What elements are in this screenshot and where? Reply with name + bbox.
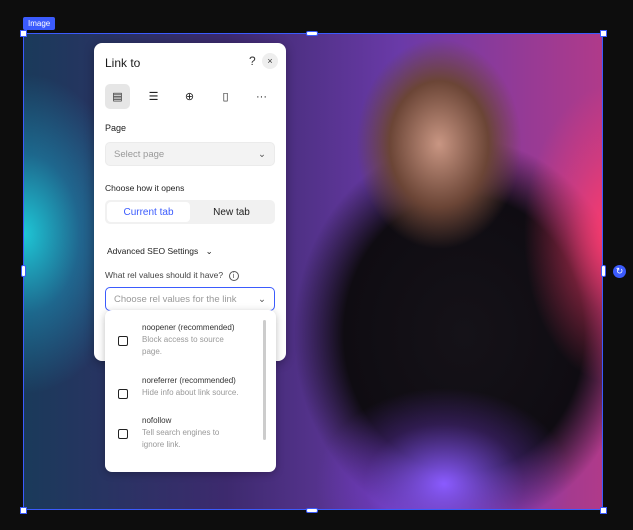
rel-label-text: What rel values should it have? [105,270,224,280]
resize-handle-left[interactable] [21,265,26,277]
rel-dropdown: noopener (recommended) Block access to so… [105,310,276,472]
rel-option-nofollow[interactable]: nofollow Tell search engines to ignore li… [118,415,232,451]
option-desc: Hide info about link source. [142,388,239,397]
rel-option-noreferrer[interactable]: noreferrer (recommended) Hide info about … [118,375,239,399]
rel-option-noopener[interactable]: noopener (recommended) Block access to so… [118,322,235,358]
tab-new-tab[interactable]: New tab [190,202,273,222]
seo-settings-toggle[interactable]: Advanced SEO Settings ⌄ [107,246,213,257]
option-desc: Block access to source page. [142,335,224,356]
panel-title: Link to [105,56,141,70]
resize-handle-tr[interactable] [600,30,607,37]
close-icon[interactable]: × [262,53,278,69]
page-icon[interactable]: ▤ [105,84,130,109]
resize-handle-bl[interactable] [20,507,27,514]
resize-handle-tl[interactable] [20,30,27,37]
scrollbar[interactable] [263,320,266,440]
rotate-icon[interactable]: ↻ [613,265,626,278]
document-icon[interactable]: ▯ [213,84,238,109]
resize-handle-br[interactable] [600,507,607,514]
tab-current-tab[interactable]: Current tab [107,202,190,222]
checkbox[interactable] [118,389,128,399]
page-select[interactable]: Select page ⌄ [105,142,275,166]
page-select-placeholder: Select page [114,148,165,160]
resize-handle-right[interactable] [601,265,606,277]
checkbox[interactable] [118,336,128,346]
open-label: Choose how it opens [105,183,185,193]
more-icon[interactable]: ··· [249,84,274,109]
rel-select-placeholder: Choose rel values for the link [114,293,237,305]
option-name: noreferrer (recommended) [142,376,236,385]
rel-label: What rel values should it have? i [105,270,239,281]
element-type-label: Image [23,17,56,30]
web-globe-icon[interactable]: ⊕ [177,84,202,109]
section-icon[interactable]: ☰ [141,84,166,109]
option-name: noopener (recommended) [142,323,235,332]
resize-handle-bottom[interactable] [306,508,318,513]
chevron-down-icon: ⌄ [258,148,266,160]
info-icon[interactable]: i [228,271,239,281]
resize-handle-top[interactable] [306,31,318,36]
open-mode-toggle: Current tab New tab [105,200,275,224]
option-name: nofollow [142,416,172,425]
chevron-down-icon: ⌄ [205,246,213,256]
help-icon[interactable]: ? [249,54,256,68]
seo-label: Advanced SEO Settings [107,246,199,256]
checkbox[interactable] [118,429,128,439]
rel-select[interactable]: Choose rel values for the link ⌄ [105,287,275,311]
page-label: Page [105,123,127,133]
option-desc: Tell search engines to ignore link. [142,428,220,449]
chevron-down-icon: ⌄ [258,293,266,305]
